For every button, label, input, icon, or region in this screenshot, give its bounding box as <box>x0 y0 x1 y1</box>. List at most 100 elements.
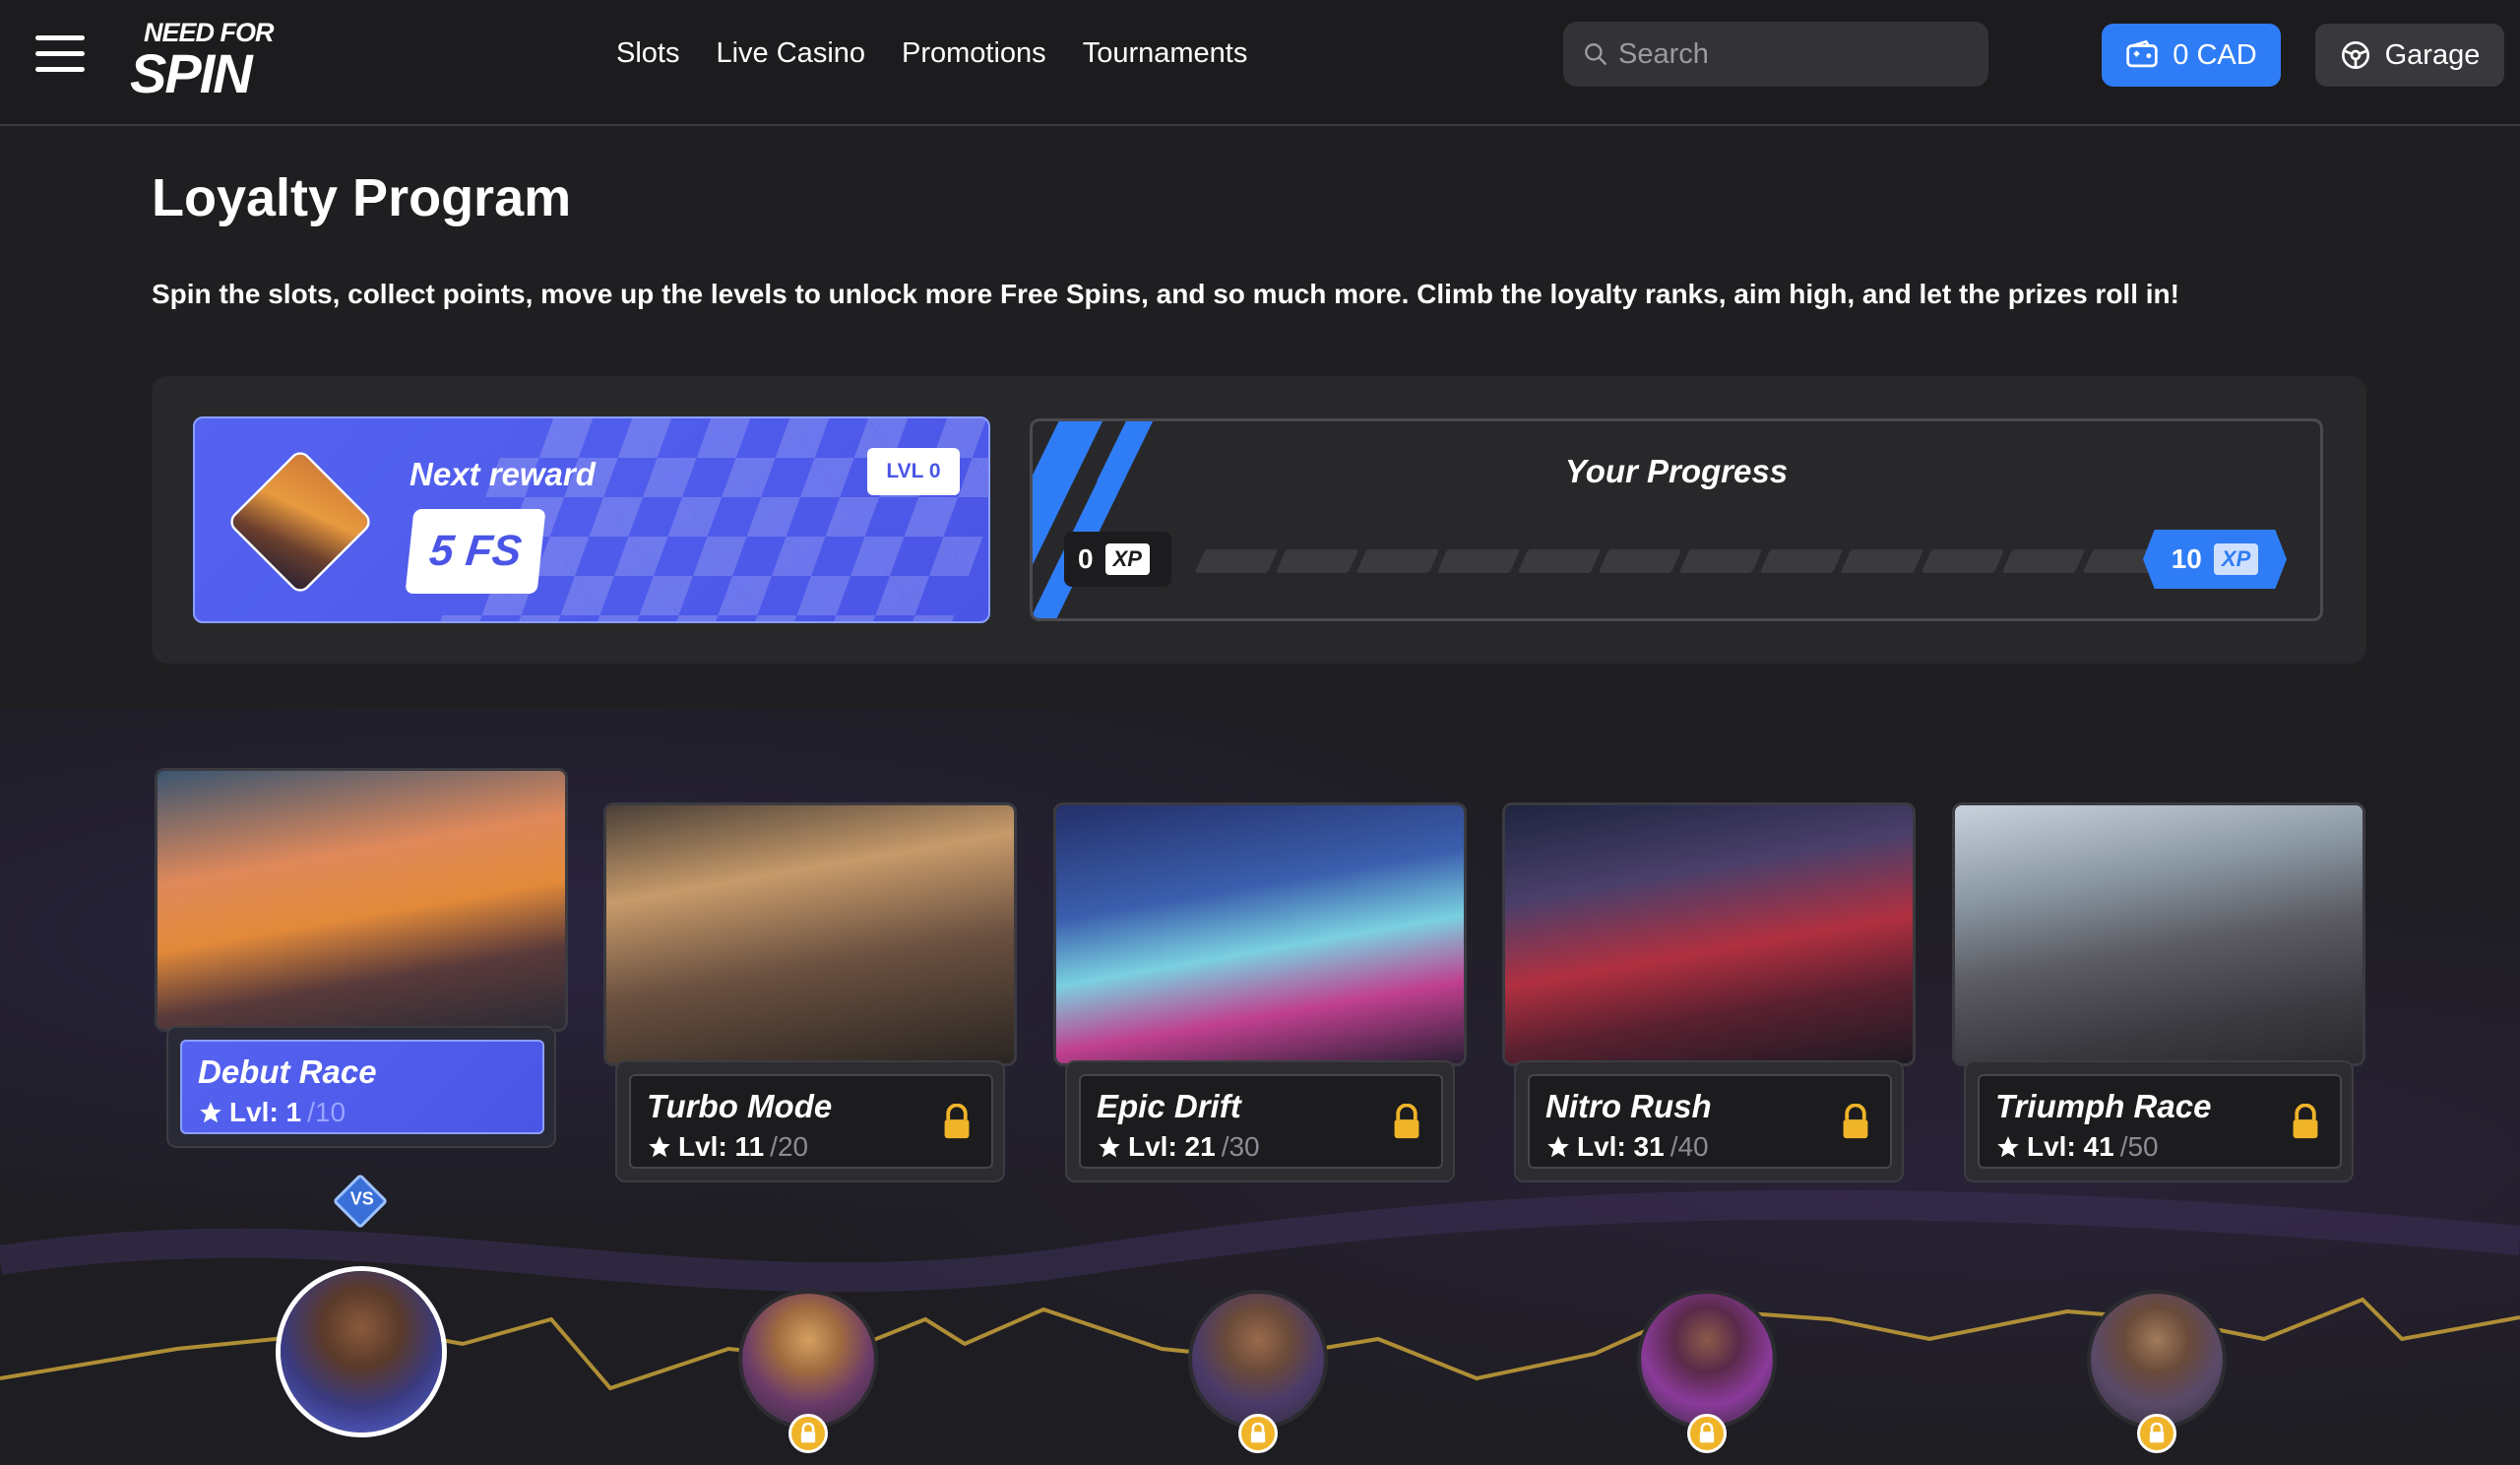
level-range: Lvl: 21 /30 <box>1097 1131 1260 1163</box>
level-plate: Triumph Race Lvl: 41 /50 <box>1964 1060 2354 1182</box>
search-icon <box>1585 43 1606 65</box>
wallet-button[interactable]: 0 CAD <box>2102 24 2281 87</box>
search-box[interactable] <box>1563 22 1988 87</box>
level-name: Nitro Rush <box>1545 1088 1712 1124</box>
progress-title: Your Progress <box>1564 453 1789 489</box>
progress-card: Your Progress 0 XP 10 XP <box>1030 418 2323 621</box>
nav-slots[interactable]: Slots <box>616 37 679 70</box>
progress-segment <box>1759 549 1844 573</box>
level-name: Debut Race <box>198 1053 377 1090</box>
menu-icon[interactable] <box>35 35 85 73</box>
wallet-balance: 0 CAD <box>2173 38 2257 71</box>
progress-segment <box>1436 549 1521 573</box>
progress-segment <box>1678 549 1763 573</box>
nav-promotions[interactable]: Promotions <box>902 37 1046 70</box>
reward-value-box: 5 FS <box>405 509 546 594</box>
level-card-nitro-rush[interactable]: Nitro Rush Lvl: 31 /40 <box>1502 802 1916 1182</box>
xp-target: 10 XP <box>2143 530 2287 589</box>
level-info: Triumph Race Lvl: 41 /50 <box>1978 1074 2342 1169</box>
xp-label: XP <box>2213 543 2259 575</box>
avatar-epic-drift[interactable] <box>1188 1290 1328 1430</box>
level-card-debut-race[interactable]: Debut Race Lvl: 1 /10 <box>155 768 568 1148</box>
progress-segment <box>1517 549 1602 573</box>
level-range: Lvl: 31 /40 <box>1545 1131 1709 1163</box>
level-plate: Epic Drift Lvl: 21 /30 <box>1065 1060 1455 1182</box>
progress-bar <box>1194 549 2167 573</box>
level-plate: Debut Race Lvl: 1 /10 <box>166 1026 556 1148</box>
avatar-lock-icon <box>1238 1414 1278 1453</box>
page-description: Spin the slots, collect points, move up … <box>152 279 2179 309</box>
xp-current-value: 0 <box>1078 543 1094 574</box>
star-icon <box>1547 1136 1569 1158</box>
avatar-nitro-rush[interactable] <box>1637 1290 1777 1430</box>
avatar-turbo-mode[interactable] <box>738 1290 878 1430</box>
main-nav: Slots Live Casino Promotions Tournaments <box>616 37 1247 70</box>
logo[interactable]: NEED FOR SPIN <box>130 18 317 101</box>
level-start: Lvl: 41 <box>2027 1131 2114 1162</box>
level-plate: Turbo Mode Lvl: 11 /20 <box>615 1060 1005 1182</box>
avatar-lock-icon <box>2137 1414 2176 1453</box>
next-reward-title: Next reward <box>410 456 596 492</box>
star-icon <box>649 1136 670 1158</box>
level-range: Lvl: 41 /50 <box>1995 1131 2159 1163</box>
avatar-debut-race[interactable] <box>276 1266 447 1437</box>
logo-line2: SPIN <box>130 42 253 104</box>
level-name: Triumph Race <box>1995 1088 2212 1124</box>
lock-icon <box>944 1104 970 1139</box>
top-header: NEED FOR SPIN Slots Live Casino Promotio… <box>0 0 2520 126</box>
level-info: Epic Drift Lvl: 21 /30 <box>1079 1074 1443 1169</box>
level-start: Lvl: 11 <box>678 1131 765 1162</box>
level-start: Lvl: 21 <box>1128 1131 1216 1162</box>
level-image <box>1053 802 1467 1066</box>
progress-segment <box>2001 549 2086 573</box>
level-card-triumph-race[interactable]: Triumph Race Lvl: 41 /50 <box>1952 802 2365 1182</box>
level-badge: LVL 0 <box>867 448 960 495</box>
level-name: Turbo Mode <box>647 1088 833 1124</box>
level-image <box>603 802 1017 1066</box>
progress-segment <box>1598 549 1682 573</box>
level-range: Lvl: 1 /10 <box>198 1097 346 1128</box>
xp-target-value: 10 <box>2171 543 2202 574</box>
level-max: /30 <box>1221 1131 1260 1162</box>
reward-car-image <box>225 447 375 597</box>
level-name: Epic Drift <box>1097 1088 1241 1124</box>
wallet-icon <box>2126 40 2158 68</box>
level-start: Lvl: 31 <box>1577 1131 1665 1162</box>
level-start: Lvl: 1 <box>229 1097 302 1127</box>
progress-segment <box>1194 549 1279 573</box>
search-input[interactable] <box>1618 33 1973 75</box>
level-card-epic-drift[interactable]: Epic Drift Lvl: 21 /30 <box>1053 802 1467 1182</box>
reward-value: 5 FS <box>427 527 525 575</box>
page-title: Loyalty Program <box>152 168 572 227</box>
progress-segment <box>1840 549 1924 573</box>
avatar-lock-icon <box>1687 1414 1727 1453</box>
steering-wheel-icon <box>2341 41 2369 69</box>
garage-button[interactable]: Garage <box>2315 24 2504 87</box>
level-image <box>1952 802 2365 1066</box>
nav-tournaments[interactable]: Tournaments <box>1083 37 1248 70</box>
level-info: Nitro Rush Lvl: 31 /40 <box>1528 1074 1892 1169</box>
garage-label: Garage <box>2384 38 2481 71</box>
level-info: Turbo Mode Lvl: 11 /20 <box>629 1074 993 1169</box>
level-card-turbo-mode[interactable]: Turbo Mode Lvl: 11 /20 <box>603 802 1017 1182</box>
level-range: Lvl: 11 /20 <box>647 1131 808 1163</box>
lock-icon <box>2293 1104 2318 1139</box>
level-plate: Nitro Rush Lvl: 31 /40 <box>1514 1060 1904 1182</box>
star-icon <box>1997 1136 2019 1158</box>
vs-label: VS <box>349 1188 374 1209</box>
xp-current: 0 XP <box>1064 532 1171 587</box>
next-reward-card: Next reward 5 FS LVL 0 <box>193 416 990 623</box>
star-icon <box>200 1102 221 1123</box>
level-max: /10 <box>307 1097 346 1127</box>
level-image <box>155 768 568 1032</box>
level-image <box>1502 802 1916 1066</box>
progress-segment <box>1355 549 1440 573</box>
level-max: /40 <box>1670 1131 1709 1162</box>
progress-segment <box>1921 549 2005 573</box>
nav-live-casino[interactable]: Live Casino <box>716 37 865 70</box>
avatar-triumph-race[interactable] <box>2087 1290 2227 1430</box>
lock-icon <box>1843 1104 1868 1139</box>
avatar-lock-icon <box>788 1414 828 1453</box>
star-icon <box>1099 1136 1120 1158</box>
level-max: /50 <box>2119 1131 2159 1162</box>
